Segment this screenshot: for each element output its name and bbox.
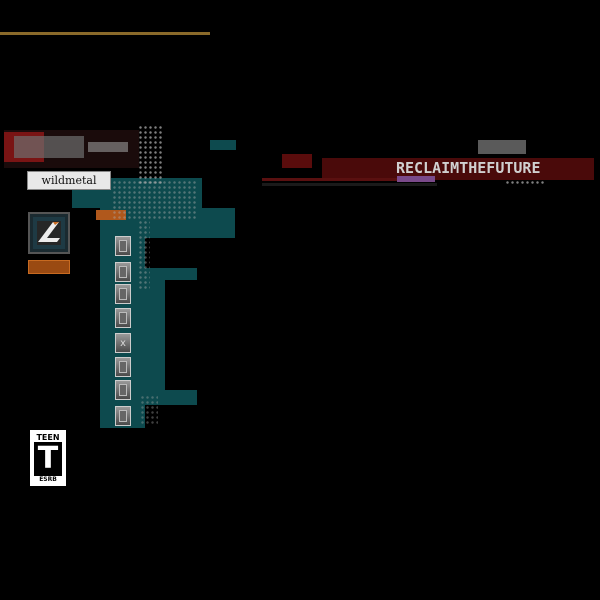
header-gray-block-2 — [88, 142, 128, 152]
menu-button-face — [119, 410, 127, 422]
menu-button-3[interactable] — [115, 284, 131, 304]
teal-panel-branch-top — [145, 268, 197, 280]
left-header-graphic — [4, 130, 139, 168]
menu-button-face — [119, 361, 127, 373]
rating-bottom-text: ESRB — [39, 476, 57, 483]
menu-button-face — [119, 312, 127, 324]
banner-tagline: RECLAIMTHEFUTURE — [396, 159, 541, 177]
menu-button-glyph: x — [119, 337, 127, 349]
rating-letter: T — [34, 442, 62, 476]
menu-button-6[interactable] — [115, 357, 131, 377]
menu-button-4[interactable] — [115, 308, 131, 328]
teal-panel-branch — [145, 280, 165, 390]
menu-button-7[interactable] — [115, 380, 131, 400]
dot-texture — [112, 180, 197, 220]
dot-texture — [138, 220, 150, 290]
l-logo-icon[interactable] — [28, 212, 70, 254]
menu-button-face — [119, 240, 127, 252]
logo-glyph — [33, 217, 65, 249]
menu-button-face — [119, 266, 127, 278]
menu-button-2[interactable] — [115, 262, 131, 282]
menu-button-face — [119, 288, 127, 300]
menu-button-face — [119, 384, 127, 396]
orange-status-bar — [28, 260, 70, 274]
menu-button-1[interactable] — [115, 236, 131, 256]
site-name-label: wildmetal — [27, 171, 111, 190]
menu-button-8[interactable] — [115, 406, 131, 426]
banner-dot-texture — [505, 180, 545, 186]
teal-accent-block — [210, 140, 236, 150]
banner-gray-block — [478, 140, 526, 154]
dot-texture — [140, 395, 158, 425]
header-divider-line — [0, 32, 210, 35]
esrb-rating-badge: TEEN T ESRB — [30, 430, 66, 486]
banner-line — [262, 178, 402, 181]
dot-texture — [138, 125, 163, 185]
banner-line-2 — [262, 183, 437, 186]
banner-red-block — [282, 154, 312, 168]
menu-button-5[interactable]: x — [115, 333, 131, 353]
header-gray-block — [14, 136, 84, 158]
